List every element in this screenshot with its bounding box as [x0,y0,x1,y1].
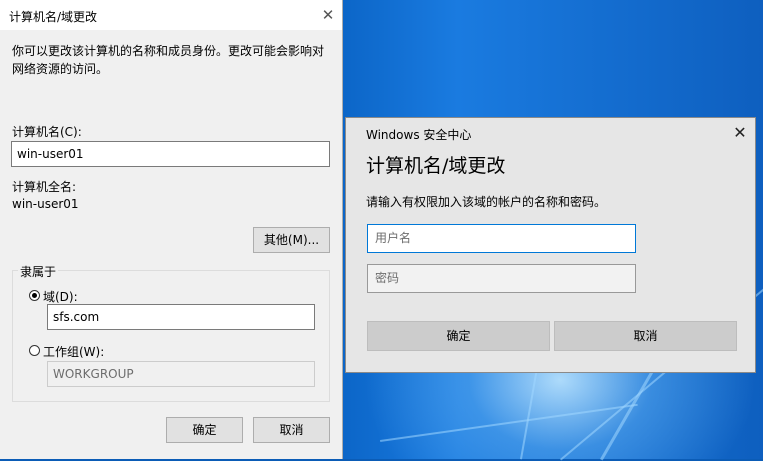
computer-name-input[interactable]: win-user01 [11,141,330,167]
workgroup-radio[interactable] [29,345,40,356]
workgroup-input: WORKGROUP [47,361,315,387]
dialog-titlebar[interactable]: 计算机名/域更改 ✕ [0,0,342,30]
member-of-label: 隶属于 [18,263,59,280]
full-name-label: 计算机全名: [12,180,77,194]
dialog-description: 你可以更改该计算机的名称和成员身份。更改可能会影响对网络资源的访问。 [12,44,325,76]
computer-name-label: 计算机名(C): [12,125,82,139]
domain-radio-label[interactable]: 域(D): [43,288,78,305]
computer-name-dialog: 计算机名/域更改 ✕ 你可以更改该计算机的名称和成员身份。更改可能会影响对网络资… [0,0,343,459]
cancel-button[interactable]: 取消 [253,417,330,443]
more-button[interactable]: 其他(M)... [253,227,330,253]
username-input[interactable]: 用户名 [367,224,636,253]
close-icon[interactable]: ✕ [730,123,750,143]
full-name-value: win-user01 [12,197,79,211]
security-app-title: Windows 安全中心 [366,128,472,142]
windows-security-dialog: Windows 安全中心 ✕ 计算机名/域更改 请输入有权限加入该域的帐户的名称… [345,117,756,373]
domain-radio[interactable] [29,290,40,301]
security-cancel-button[interactable]: 取消 [554,321,737,351]
wallpaper-light-beam [380,403,638,442]
dialog-title: 计算机名/域更改 [9,10,98,24]
security-ok-button[interactable]: 确定 [367,321,550,351]
security-description: 请输入有权限加入该域的帐户的名称和密码。 [366,195,607,209]
security-heading: 计算机名/域更改 [366,155,506,177]
close-icon[interactable]: ✕ [318,6,338,24]
password-input[interactable]: 密码 [367,264,636,293]
domain-input[interactable]: sfs.com [47,304,315,330]
ok-button[interactable]: 确定 [166,417,243,443]
workgroup-radio-label[interactable]: 工作组(W): [43,343,104,360]
